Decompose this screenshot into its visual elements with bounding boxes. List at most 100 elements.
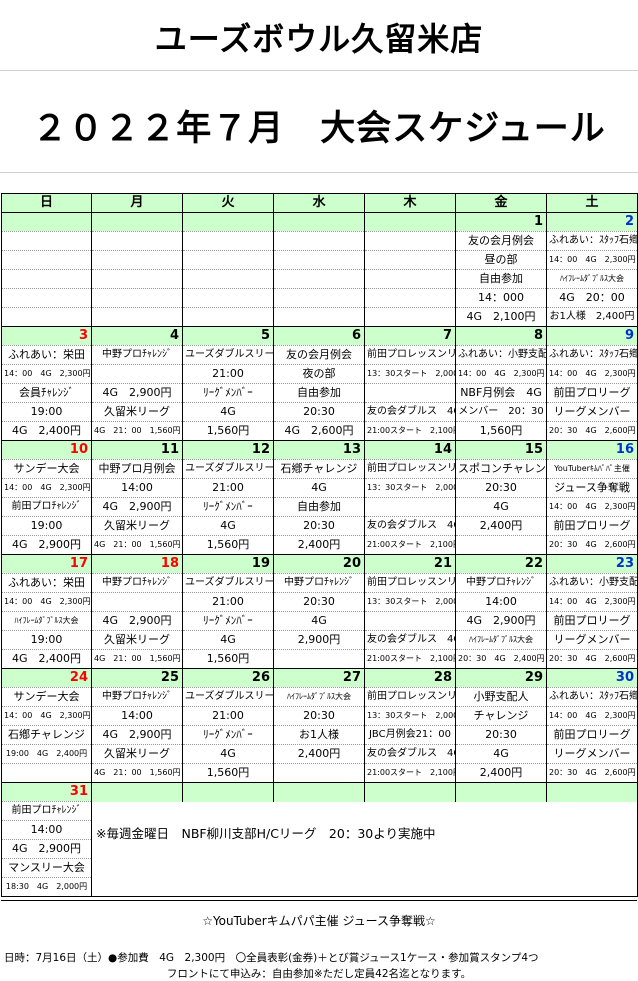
schedule-cell: 中野プロﾁｬﾚﾝｼﾞ bbox=[91, 345, 183, 365]
schedule-cell bbox=[1, 231, 92, 251]
schedule-cell: 自由参加 bbox=[273, 497, 365, 517]
schedule-cell: 友の会ダブルス 4G bbox=[364, 516, 456, 536]
schedule-cell: 前田プロレッスンリーグ bbox=[364, 345, 456, 365]
schedule-cell: ﾘｰｸﾞﾒﾝﾊﾞｰ bbox=[182, 611, 274, 631]
schedule-cell bbox=[273, 877, 365, 897]
day-number: 10 bbox=[1, 440, 92, 460]
weekday-header: 火 bbox=[182, 193, 274, 213]
weekday-header: 金 bbox=[455, 193, 547, 213]
day-number: 17 bbox=[1, 554, 92, 574]
schedule-title: ２０２２年７月 大会スケジュール bbox=[32, 109, 606, 149]
day-number-row: 3456789 bbox=[1, 326, 638, 346]
schedule-cell bbox=[92, 840, 183, 859]
schedule-cell: 2,400円 bbox=[455, 516, 547, 536]
schedule-cell bbox=[1, 269, 92, 289]
schedule-row: 18:30 4G 2,000円 bbox=[1, 877, 638, 897]
day-number: 2 bbox=[546, 212, 638, 232]
day-number: 20 bbox=[273, 554, 365, 574]
schedule-cell: 13：30スタート 2,000円 bbox=[364, 592, 456, 612]
schedule-cell: 19:00 bbox=[1, 516, 92, 536]
schedule-row: 4G 2,900円 4G 21：00 1,560円 1,560円 2,400円 21:0… bbox=[1, 535, 638, 555]
schedule-cell: 友の会ダブルス 4G bbox=[364, 630, 456, 650]
schedule-row: ふれあい：栄田中野プロﾁｬﾚﾝｼﾞユーズダブルスリーグ中野プロﾁｬﾚﾝｼﾞ前田プ… bbox=[1, 573, 638, 593]
schedule-cell bbox=[273, 269, 365, 289]
schedule-cell bbox=[546, 877, 638, 897]
schedule-cell: ﾘｰｸﾞﾒﾝﾊﾞｰ bbox=[182, 725, 274, 745]
schedule-row: ﾊｲﾌﾚｰﾑﾀﾞﾌﾞﾙｽ大会 4G 2,900円 ﾘｰｸﾞﾒﾝﾊﾞｰ 4G 4G 2,9… bbox=[1, 611, 638, 631]
schedule-cell: 友の会月例会 bbox=[455, 231, 547, 251]
schedule-cell: 会員ﾁｬﾚﾝｼﾞ bbox=[1, 383, 92, 403]
schedule-cell: 中野プロﾁｬﾚﾝｼﾞ bbox=[91, 573, 183, 593]
schedule-row: マンスリー大会 bbox=[1, 858, 638, 878]
schedule-cell: 13：30スタート 2,000円 bbox=[364, 706, 456, 726]
schedule-cell bbox=[364, 269, 456, 289]
schedule-cell bbox=[456, 821, 547, 840]
day-number: 19 bbox=[182, 554, 274, 574]
schedule-cell: 前田プロﾁｬﾚﾝｼﾞ bbox=[1, 497, 92, 517]
schedule-cell: 13：30スタート 2,000円 bbox=[364, 478, 456, 498]
schedule-cell: 中野プロﾁｬﾚﾝｼﾞ bbox=[91, 687, 183, 707]
schedule-cell: 中野プロﾁｬﾚﾝｼﾞ bbox=[455, 573, 547, 593]
schedule-cell: 自由参加 bbox=[273, 383, 365, 403]
schedule-cell: 20:30 bbox=[455, 478, 547, 498]
schedule-row: 14：000 4G 20：00 bbox=[1, 288, 638, 308]
day-number: 3 bbox=[1, 326, 92, 346]
schedule-cell bbox=[546, 858, 638, 878]
day-number: 28 bbox=[364, 668, 456, 688]
schedule-cell: 13：30スタート 2,000円 bbox=[364, 364, 456, 384]
schedule-row: 19:00 久留米リーグ 4G 20:30 友の会ダブルス 4G メンバー 20：30 リー… bbox=[1, 402, 638, 422]
schedule-cell: 4G bbox=[182, 744, 274, 764]
schedule-cell: 21:00スタート 2,100円 bbox=[364, 649, 456, 669]
schedule-cell: 4G 2,900円 bbox=[91, 497, 183, 517]
day-number bbox=[455, 782, 547, 802]
schedule-cell: 久留米リーグ bbox=[91, 630, 183, 650]
schedule-cell: 4G 21：00 1,560円 bbox=[91, 649, 183, 669]
schedule-cell: 21:00 bbox=[182, 592, 274, 612]
schedule-cell: 20:30 bbox=[273, 706, 365, 726]
schedule-cell bbox=[91, 307, 183, 327]
schedule-row: 自由参加 ﾊｲﾌﾚｰﾑﾀﾞﾌﾞﾙｽ大会 bbox=[1, 269, 638, 289]
schedule-cell bbox=[364, 497, 456, 517]
schedule-cell: 19:00 4G 2,400円 bbox=[1, 744, 92, 764]
day-number bbox=[91, 782, 183, 802]
schedule-cell bbox=[91, 364, 183, 384]
schedule-cell bbox=[1, 307, 92, 327]
schedule-cell: メンバー 20：30 bbox=[455, 402, 547, 422]
schedule-cell: 石鄕チャレンジ bbox=[273, 459, 365, 479]
day-number: 30 bbox=[546, 668, 638, 688]
schedule-row: 友の会月例会 ふれあい：ｽﾀｯﾌ石鄕 bbox=[1, 231, 638, 251]
schedule-cell: 21:00 bbox=[182, 478, 274, 498]
day-number: 26 bbox=[182, 668, 274, 688]
divider bbox=[0, 172, 638, 173]
schedule-cell: リーグメンバー bbox=[546, 744, 638, 764]
day-number: 25 bbox=[91, 668, 183, 688]
schedule-cell bbox=[274, 840, 365, 859]
day-number: 16 bbox=[546, 440, 638, 460]
schedule-cell: 2,400円 bbox=[273, 744, 365, 764]
schedule-cell: ふれあい：ｽﾀｯﾌ石鄕 bbox=[546, 687, 638, 707]
day-number bbox=[273, 212, 365, 232]
schedule-cell: ﾊｲﾌﾚｰﾑﾀﾞﾌﾞﾙｽ大会 bbox=[455, 630, 547, 650]
schedule-cell bbox=[182, 250, 274, 270]
schedule-cell: 夜の部 bbox=[273, 364, 365, 384]
schedule-cell: 4G bbox=[182, 630, 274, 650]
day-number: 18 bbox=[91, 554, 183, 574]
store-title: ユーズボウル久留米店 bbox=[154, 20, 484, 58]
schedule-cell bbox=[455, 535, 547, 555]
schedule-cell: 20：30 4G 2,600円 bbox=[546, 763, 638, 783]
weekday-header-row: 日月火水木金土 bbox=[1, 193, 638, 213]
schedule-cell: ﾊｲﾌﾚｰﾑﾀﾞﾌﾞﾙｽ大会 bbox=[273, 687, 365, 707]
schedule-cell bbox=[273, 288, 365, 308]
schedule-cell bbox=[92, 802, 183, 821]
schedule-cell: 14:00 bbox=[1, 820, 92, 840]
day-number bbox=[546, 782, 638, 802]
schedule-cell: 20：30 4G 2,600円 bbox=[546, 535, 638, 555]
schedule-cell: 4G 2,900円 bbox=[91, 725, 183, 745]
schedule-cell: 友の会月例会 bbox=[273, 345, 365, 365]
schedule-cell bbox=[456, 802, 547, 821]
schedule-cell: 前田プロリーグ bbox=[546, 725, 638, 745]
day-number: 24 bbox=[1, 668, 92, 688]
schedule-cell: 久留米リーグ bbox=[91, 516, 183, 536]
schedule-cell: 14：00 4G 2,300円 bbox=[546, 706, 638, 726]
schedule-cell: ﾊｲﾌﾚｰﾑﾀﾞﾌﾞﾙｽ大会 bbox=[1, 611, 92, 631]
